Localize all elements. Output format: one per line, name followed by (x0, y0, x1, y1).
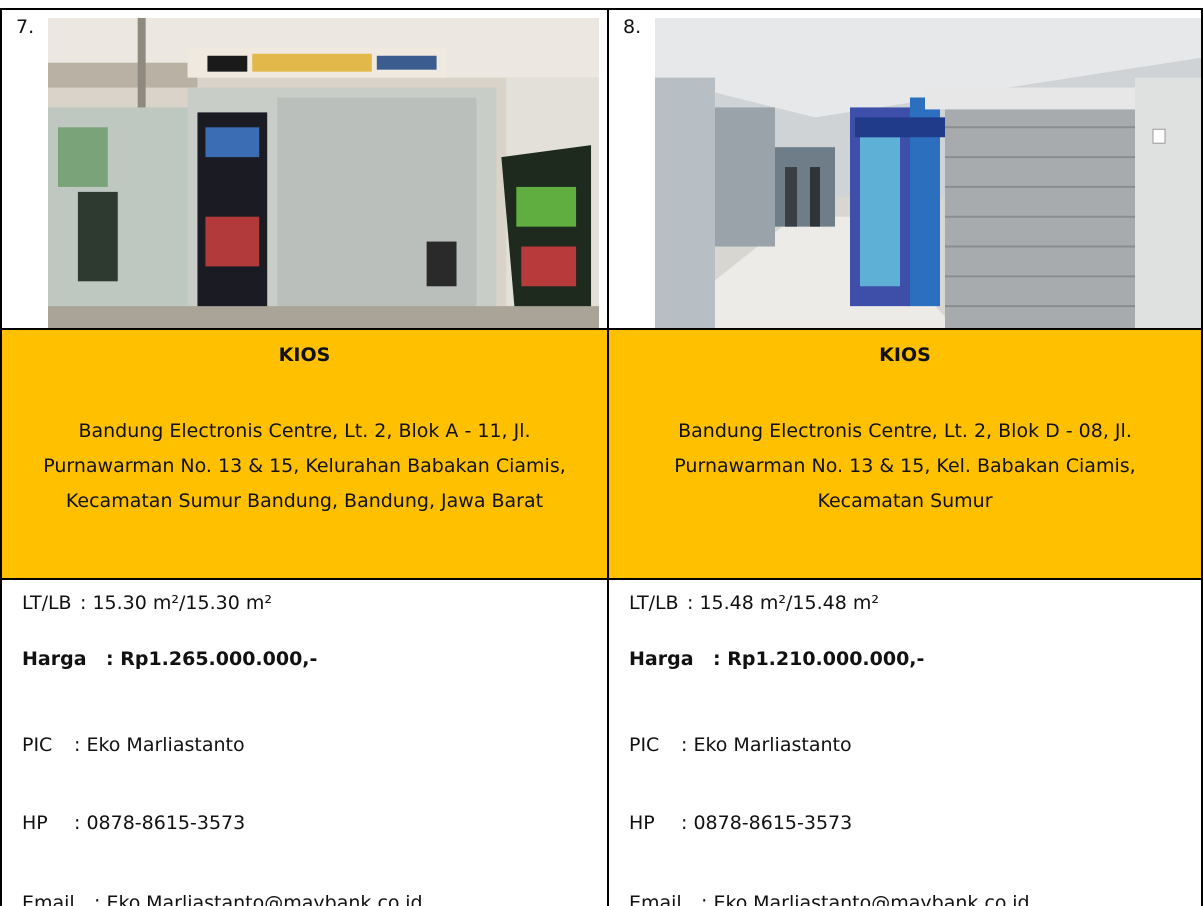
property-address: Bandung Electronis Centre, Lt. 2, Blok D… (674, 420, 1136, 512)
phone-value[interactable]: : 0878-8615-3573 (74, 812, 245, 834)
pic-value: : Eko Marliastanto (74, 734, 245, 756)
listing-card-7: 7. KIOS Bandung Electronis Centre, Lt. 2… (0, 0, 607, 906)
phone-value[interactable]: : 0878-8615-3573 (681, 812, 852, 834)
kiosk-photo (48, 18, 599, 328)
pic-row: PIC : Eko Marliastanto (629, 734, 852, 756)
property-listing-page: 7. KIOS Bandung Electronis Centre, Lt. 2… (0, 0, 1203, 906)
price-value: : Rp1.265.000.000,- (106, 648, 318, 670)
email-value[interactable]: : Eko.Marliastanto@maybank.co.id (94, 892, 423, 906)
area-value: : 15.30 m²/15.30 m² (80, 592, 272, 614)
phone-row: HP : 0878-8615-3573 (22, 812, 245, 834)
shop-front-image (48, 18, 599, 328)
email-row: Email : Eko.Marliastanto@maybank.co.id (22, 892, 423, 906)
email-value[interactable]: : Eko.Marliastanto@maybank.co.id (701, 892, 1030, 906)
property-summary: KIOS Bandung Electronis Centre, Lt. 2, B… (607, 330, 1203, 580)
property-summary: KIOS Bandung Electronis Centre, Lt. 2, B… (0, 330, 607, 580)
email-row: Email : Eko.Marliastanto@maybank.co.id (629, 892, 1030, 906)
kiosk-photo (655, 18, 1201, 328)
listing-number: 8. (623, 16, 642, 38)
email-label: Email (22, 892, 75, 906)
pic-row: PIC : Eko Marliastanto (22, 734, 245, 756)
property-details: LT/LB : 15.30 m²/15.30 m² Harga : Rp1.265.… (0, 580, 607, 906)
phone-row: HP : 0878-8615-3573 (629, 812, 852, 834)
email-label: Email (629, 892, 682, 906)
photo-cell: 7. (0, 8, 607, 330)
listing-card-8: 8. KIOS Bandung Electronis Centre, Lt. 2… (607, 0, 1203, 906)
area-label: LT/LB (629, 592, 679, 614)
area-value: : 15.48 m²/15.48 m² (687, 592, 879, 614)
price-label: Harga (22, 648, 87, 670)
phone-label: HP (22, 812, 48, 834)
pic-value: : Eko Marliastanto (681, 734, 852, 756)
area-label: LT/LB (22, 592, 72, 614)
property-address: Bandung Electronis Centre, Lt. 2, Blok A… (43, 420, 566, 512)
price-row: Harga : Rp1.210.000.000,- (629, 648, 924, 670)
price-value: : Rp1.210.000.000,- (713, 648, 925, 670)
price-label: Harga (629, 648, 694, 670)
price-row: Harga : Rp1.265.000.000,- (22, 648, 317, 670)
pic-label: PIC (22, 734, 53, 756)
property-type: KIOS (879, 344, 931, 366)
mall-corridor-image (655, 18, 1201, 328)
area-row: LT/LB : 15.30 m²/15.30 m² (22, 592, 272, 614)
pic-label: PIC (629, 734, 660, 756)
area-row: LT/LB : 15.48 m²/15.48 m² (629, 592, 879, 614)
photo-cell: 8. (607, 8, 1203, 330)
phone-label: HP (629, 812, 655, 834)
listing-number: 7. (16, 16, 35, 38)
property-type: KIOS (278, 344, 331, 366)
property-details: LT/LB : 15.48 m²/15.48 m² Harga : Rp1.210.… (607, 580, 1203, 906)
